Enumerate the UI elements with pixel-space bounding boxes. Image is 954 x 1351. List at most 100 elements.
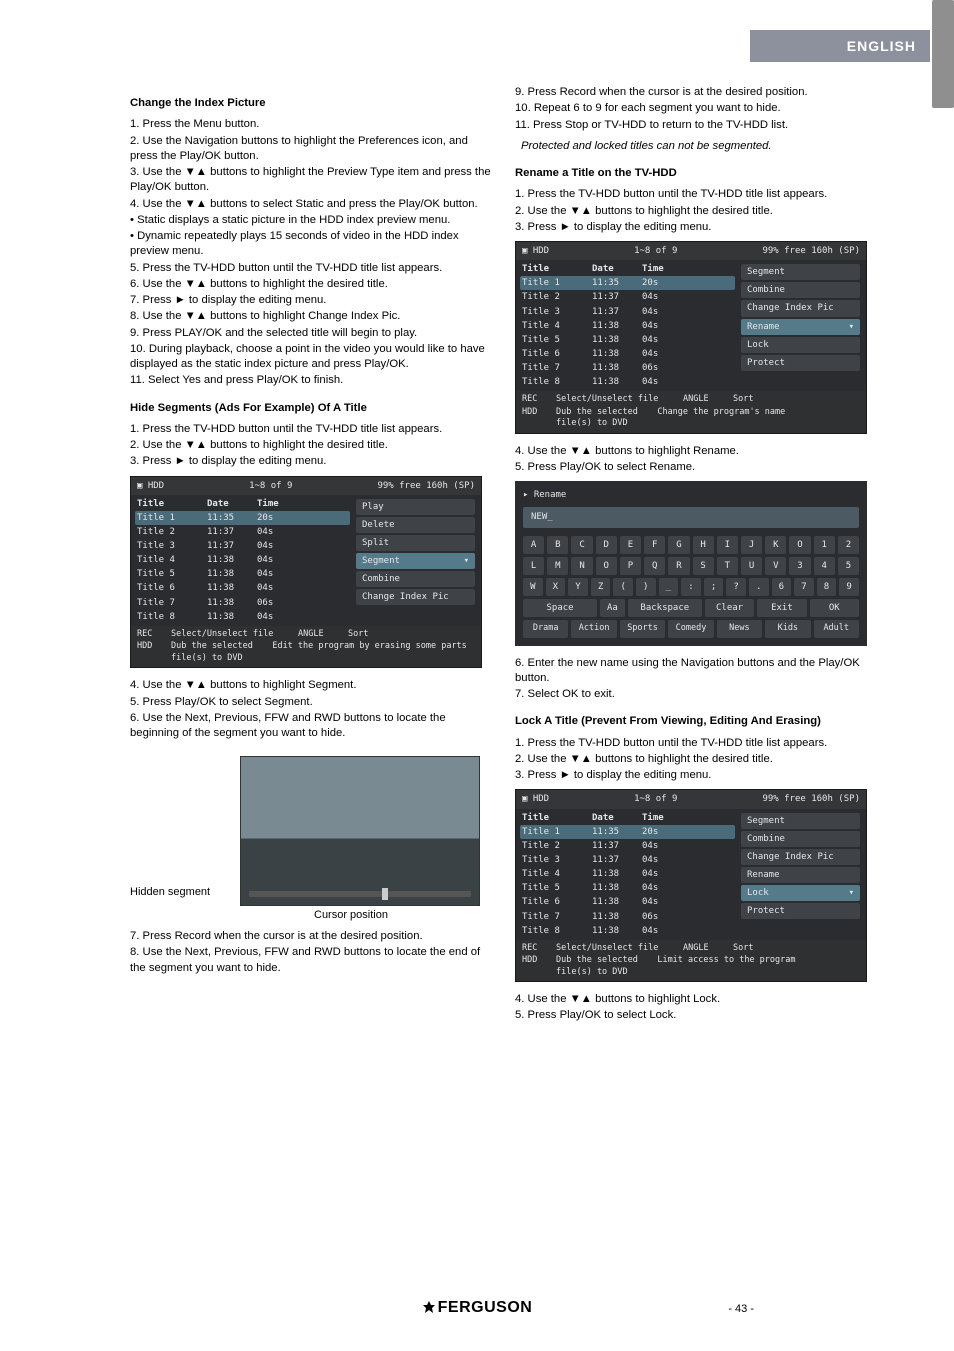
kbd-key[interactable]: S bbox=[693, 557, 714, 575]
kbd-key[interactable]: Backspace bbox=[628, 599, 702, 617]
osd-side-item[interactable]: Protect bbox=[741, 355, 860, 371]
kbd-key[interactable]: 1 bbox=[814, 536, 835, 554]
kbd-key[interactable]: 3 bbox=[789, 557, 810, 575]
osd-side-item[interactable]: Combine bbox=[356, 571, 475, 587]
kbd-key[interactable]: I bbox=[717, 536, 738, 554]
kbd-key[interactable]: Clear bbox=[705, 599, 754, 617]
kbd-key[interactable]: V bbox=[765, 557, 786, 575]
kbd-key[interactable]: T bbox=[717, 557, 738, 575]
step: 6. Use the Next, Previous, FFW and RWD b… bbox=[130, 711, 495, 742]
kbd-key[interactable]: D bbox=[596, 536, 617, 554]
osd-side-item[interactable]: Play bbox=[356, 499, 475, 515]
kbd-key[interactable]: ; bbox=[704, 578, 724, 596]
kbd-key[interactable]: X bbox=[546, 578, 566, 596]
osd-side-item[interactable]: Delete bbox=[356, 517, 475, 533]
kbd-key[interactable]: W bbox=[523, 578, 543, 596]
osd-side-item[interactable]: Rename bbox=[741, 867, 860, 883]
step: 2. Use the ▼▲ buttons to highlight the d… bbox=[130, 438, 495, 453]
kbd-genre[interactable]: Action bbox=[571, 620, 616, 637]
kbd-key[interactable]: H bbox=[693, 536, 714, 554]
kbd-key[interactable]: 6 bbox=[772, 578, 792, 596]
kbd-key[interactable]: 5 bbox=[838, 557, 859, 575]
heading-lock: Lock A Title (Prevent From Viewing, Edit… bbox=[515, 714, 880, 729]
osd-side-item[interactable]: Change Index Pic bbox=[741, 849, 860, 865]
kbd-genre[interactable]: Drama bbox=[523, 620, 568, 637]
kbd-key[interactable]: Exit bbox=[757, 599, 806, 617]
step: 6. Use the ▼▲ buttons to highlight the d… bbox=[130, 277, 495, 292]
kbd-key[interactable]: ) bbox=[636, 578, 656, 596]
brand-logo: FERGUSON bbox=[422, 1299, 533, 1316]
step: 5. Press the TV-HDD button until the TV-… bbox=[130, 261, 495, 276]
label-cursor-position: Cursor position bbox=[220, 908, 482, 923]
kbd-key[interactable]: 8 bbox=[817, 578, 837, 596]
kbd-key[interactable]: OK bbox=[810, 599, 859, 617]
kbd-key[interactable]: C bbox=[571, 536, 592, 554]
kbd-key[interactable]: O bbox=[789, 536, 810, 554]
kbd-key[interactable]: Space bbox=[523, 599, 597, 617]
kbd-key[interactable]: P bbox=[620, 557, 641, 575]
kbd-key[interactable]: Q bbox=[644, 557, 665, 575]
kbd-genre[interactable]: Kids bbox=[765, 620, 810, 637]
kbd-key[interactable]: ( bbox=[613, 578, 633, 596]
step: 7. Select OK to exit. bbox=[515, 687, 880, 702]
kbd-key[interactable]: 4 bbox=[814, 557, 835, 575]
kbd-key[interactable]: 9 bbox=[839, 578, 859, 596]
step: 2. Use the ▼▲ buttons to highlight the d… bbox=[515, 752, 880, 767]
kbd-key[interactable]: Z bbox=[591, 578, 611, 596]
step: 5. Press Play/OK to select Lock. bbox=[515, 1008, 880, 1023]
kbd-key[interactable]: G bbox=[668, 536, 689, 554]
osd-side-item[interactable]: Segment▾ bbox=[356, 553, 475, 569]
osd-side-item[interactable]: Rename▾ bbox=[741, 319, 860, 335]
kbd-key[interactable]: K bbox=[765, 536, 786, 554]
step: 10. Repeat 6 to 9 for each segment you w… bbox=[515, 101, 880, 116]
step: 3. Press ► to display the editing menu. bbox=[515, 220, 880, 235]
left-column: Change the Index Picture 1. Press the Me… bbox=[130, 84, 495, 1025]
osd-side-item[interactable]: Lock bbox=[741, 337, 860, 353]
osd-side-item[interactable]: Lock▾ bbox=[741, 885, 860, 901]
kbd-key[interactable]: L bbox=[523, 557, 544, 575]
heading-rename: Rename a Title on the TV-HDD bbox=[515, 166, 880, 181]
kbd-key[interactable]: . bbox=[749, 578, 769, 596]
step: 5. Press Play/OK to select Segment. bbox=[130, 695, 495, 710]
kbd-genre[interactable]: Adult bbox=[814, 620, 859, 637]
heading-hide-segments: Hide Segments (Ads For Example) Of A Tit… bbox=[130, 401, 495, 416]
kbd-key[interactable]: J bbox=[741, 536, 762, 554]
osd-side-item[interactable]: Segment bbox=[741, 264, 860, 280]
step: 8. Use the ▼▲ buttons to highlight Chang… bbox=[130, 309, 495, 324]
kbd-key[interactable]: Aa bbox=[600, 599, 625, 617]
step: 4. Use the ▼▲ buttons to highlight Segme… bbox=[130, 678, 495, 693]
kbd-key[interactable]: M bbox=[547, 557, 568, 575]
osd-rename-keyboard: ▸ RenameNEW_ABCDEFGHIJKO12LMNOPQRSTUV345… bbox=[515, 481, 867, 645]
osd-side-item[interactable]: Segment bbox=[741, 813, 860, 829]
kbd-key[interactable]: O bbox=[596, 557, 617, 575]
kbd-key[interactable]: N bbox=[571, 557, 592, 575]
osd-side-item[interactable]: Protect bbox=[741, 903, 860, 919]
kbd-key[interactable]: 2 bbox=[838, 536, 859, 554]
kbd-genre[interactable]: Sports bbox=[620, 620, 665, 637]
kbd-key[interactable]: : bbox=[681, 578, 701, 596]
osd-side-item[interactable]: Split bbox=[356, 535, 475, 551]
step: 9. Press Record when the cursor is at th… bbox=[515, 85, 880, 100]
kbd-genre[interactable]: Comedy bbox=[668, 620, 713, 637]
step: 9. Press PLAY/OK and the selected title … bbox=[130, 326, 495, 341]
osd-side-item[interactable]: Change Index Pic bbox=[741, 300, 860, 316]
kbd-key[interactable]: R bbox=[668, 557, 689, 575]
kbd-key[interactable]: F bbox=[644, 536, 665, 554]
kbd-key[interactable]: A bbox=[523, 536, 544, 554]
step: 1. Press the TV-HDD button until the TV-… bbox=[130, 422, 495, 437]
step: 1. Press the TV-HDD button until the TV-… bbox=[515, 187, 880, 202]
kbd-genre[interactable]: News bbox=[717, 620, 762, 637]
osd-side-item[interactable]: Combine bbox=[741, 831, 860, 847]
kbd-key[interactable]: U bbox=[741, 557, 762, 575]
osd-side-item[interactable]: Change Index Pic bbox=[356, 589, 475, 605]
kbd-key[interactable]: 7 bbox=[794, 578, 814, 596]
kbd-key[interactable]: _ bbox=[659, 578, 679, 596]
kbd-key[interactable]: B bbox=[547, 536, 568, 554]
bullet: • Static displays a static picture in th… bbox=[130, 213, 495, 228]
kbd-key[interactable]: Y bbox=[568, 578, 588, 596]
language-tab: ENGLISH bbox=[750, 30, 930, 62]
scrollbar-thumb[interactable] bbox=[932, 0, 954, 108]
kbd-key[interactable]: ? bbox=[726, 578, 746, 596]
kbd-key[interactable]: E bbox=[620, 536, 641, 554]
osd-side-item[interactable]: Combine bbox=[741, 282, 860, 298]
